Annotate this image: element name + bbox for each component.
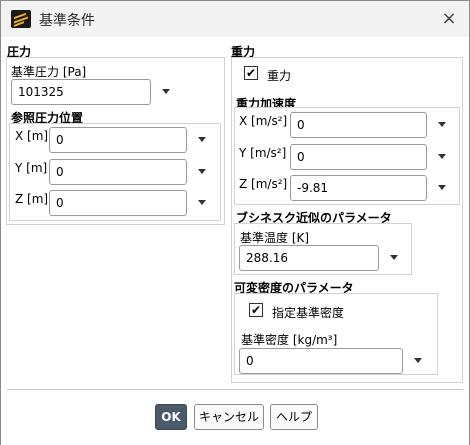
help-button[interactable]: ヘルプ bbox=[270, 404, 318, 430]
gravity-y-dropdown-icon[interactable] bbox=[438, 154, 446, 159]
specified-reference-density-label: 指定基準密度 bbox=[272, 306, 345, 320]
base-pressure-label: 基準圧力 [Pa] bbox=[11, 65, 87, 79]
ref-x-label: X [m] bbox=[15, 129, 49, 143]
dialog-body: 圧力 基準圧力 [Pa] 101325 参照圧力位置 X [m] 0 Y [m]… bbox=[1, 37, 469, 445]
app-logo-icon bbox=[11, 10, 31, 28]
ref-z-input[interactable]: 0 bbox=[49, 190, 187, 216]
reference-temperature-dropdown-icon[interactable] bbox=[390, 255, 398, 260]
base-pressure-input[interactable]: 101325 bbox=[11, 79, 151, 105]
gravity-y-label: Y [m/s²] bbox=[239, 146, 287, 160]
title-bar: 基準条件 × bbox=[1, 1, 469, 37]
gravity-x-dropdown-icon[interactable] bbox=[438, 122, 446, 127]
base-pressure-dropdown-icon[interactable] bbox=[162, 89, 170, 94]
ref-z-label: Z [m] bbox=[15, 192, 49, 206]
reference-temperature-input[interactable]: 288.16 bbox=[239, 245, 379, 271]
ref-x-dropdown-icon[interactable] bbox=[198, 137, 206, 142]
gravity-z-dropdown-icon[interactable] bbox=[438, 185, 446, 190]
reference-density-dropdown-icon[interactable] bbox=[414, 358, 422, 363]
gravity-x-input[interactable]: 0 bbox=[290, 112, 427, 138]
dialog-window: 基準条件 × 圧力 基準圧力 [Pa] 101325 参照圧力位置 X [m] … bbox=[0, 0, 470, 445]
reference-density-input[interactable]: 0 bbox=[239, 348, 403, 374]
close-icon[interactable]: × bbox=[437, 8, 461, 30]
cancel-button[interactable]: キャンセル bbox=[194, 404, 264, 430]
specified-reference-density-checkbox[interactable]: ✔ bbox=[249, 303, 263, 317]
ref-y-dropdown-icon[interactable] bbox=[198, 169, 206, 174]
ref-z-dropdown-icon[interactable] bbox=[198, 200, 206, 205]
gravity-y-input[interactable]: 0 bbox=[290, 144, 427, 170]
ref-y-label: Y [m] bbox=[15, 161, 48, 175]
gravity-x-label: X [m/s²] bbox=[239, 114, 288, 128]
dialog-title: 基準条件 bbox=[39, 13, 95, 29]
footer-separator bbox=[7, 389, 463, 390]
gravity-z-input[interactable]: -9.81 bbox=[290, 175, 427, 201]
reference-density-label: 基準密度 [kg/m³] bbox=[241, 333, 338, 347]
ok-button[interactable]: OK bbox=[155, 404, 187, 430]
ref-x-input[interactable]: 0 bbox=[49, 127, 187, 153]
gravity-z-label: Z [m/s²] bbox=[239, 177, 288, 191]
gravity-checkbox-label: 重力 bbox=[267, 69, 292, 83]
ref-y-input[interactable]: 0 bbox=[49, 159, 187, 185]
reference-temperature-label: 基準温度 [K] bbox=[240, 231, 310, 245]
gravity-checkbox[interactable]: ✔ bbox=[244, 66, 258, 80]
